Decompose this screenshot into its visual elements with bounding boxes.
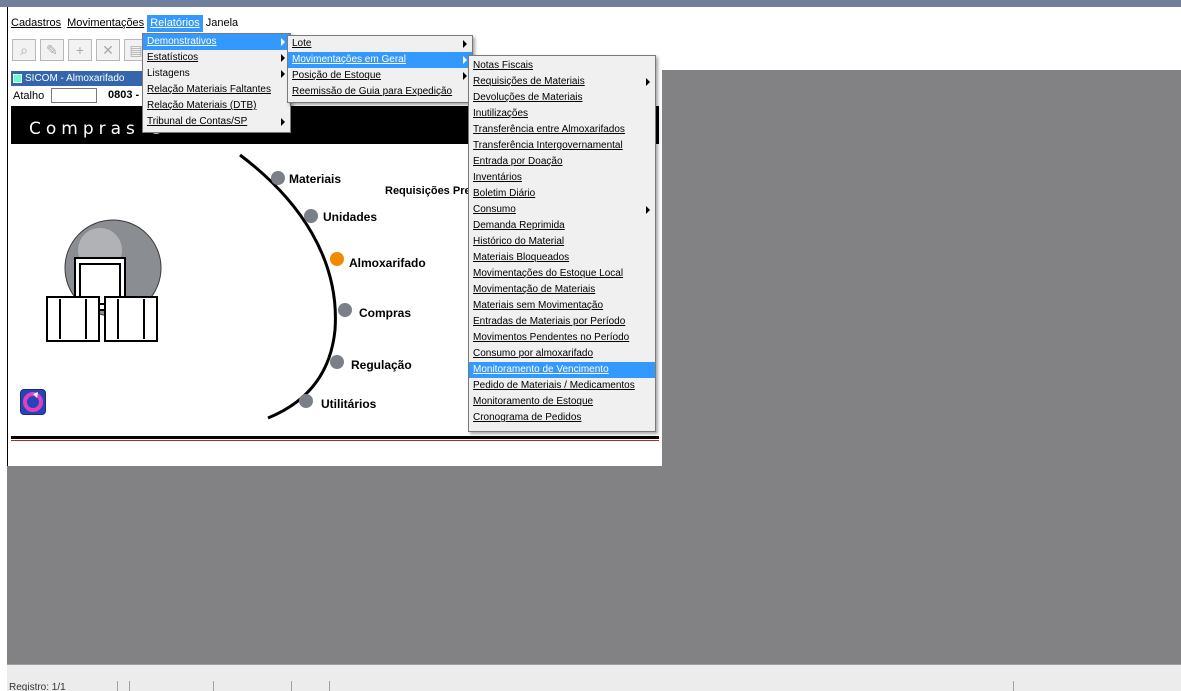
status-separator — [329, 681, 330, 691]
menu-item-estatisticos[interactable]: Estatísticos — [143, 50, 290, 66]
menu-item-movimentos-pendentes[interactable]: Movimentos Pendentes no Período — [469, 330, 655, 346]
menu-item-movimentacoes-estoque-local[interactable]: Movimentações do Estoque Local — [469, 266, 655, 282]
warehouse-icon — [46, 219, 162, 342]
nav-regulacao[interactable]: Regulação — [351, 358, 412, 372]
menu-item-notas-fiscais[interactable]: Notas Fiscais — [469, 58, 655, 74]
menu-item-lote[interactable]: Lote — [288, 36, 472, 52]
chevron-right-icon — [646, 206, 650, 214]
status-separator — [213, 681, 214, 691]
menu-item-monitoramento-vencimento[interactable]: Monitoramento de Vencimento — [469, 362, 655, 378]
nav-arc — [239, 153, 337, 420]
chevron-right-icon — [281, 70, 285, 78]
menu-item-consumo-almoxarifado[interactable]: Consumo por almoxarifado — [469, 346, 655, 362]
menu-item-pedido-materiais[interactable]: Pedido de Materiais / Medicamentos — [469, 378, 655, 394]
regulacao-dot[interactable] — [330, 355, 344, 369]
unidades-dot[interactable] — [304, 209, 318, 223]
menu-item-reemissao-guia[interactable]: Reemissão de Guia para Expedição — [288, 84, 472, 100]
status-separator — [1013, 681, 1014, 691]
chevron-right-icon — [463, 40, 467, 48]
chevron-right-icon — [281, 118, 285, 126]
menu-item-tribunal-contas[interactable]: Tribunal de Contas/SP — [143, 114, 290, 130]
status-separator — [117, 681, 118, 691]
status-separator — [129, 681, 130, 691]
mdi-background — [662, 70, 1181, 664]
menu-item-entrada-doacao[interactable]: Entrada por Doação — [469, 154, 655, 170]
menu-item-movimentacao-materiais[interactable]: Movimentação de Materiais — [469, 282, 655, 298]
menu-item-demonstrativos[interactable]: Demonstrativos — [143, 34, 290, 50]
status-bar: Registro: 1/1 — [7, 664, 1181, 691]
chevron-right-icon — [281, 38, 285, 46]
menu-item-materiais-dtb[interactable]: Relação Materiais (DTB) — [143, 98, 290, 114]
menu-item-cronograma-pedidos[interactable]: Cronograma de Pedidos — [469, 410, 655, 426]
divider-line-red — [11, 440, 659, 441]
menu-item-inventarios[interactable]: Inventários — [469, 170, 655, 186]
divider-line — [11, 436, 659, 439]
menu-item-historico-material[interactable]: Histórico do Material — [469, 234, 655, 250]
mdi-background-lower — [7, 466, 662, 664]
status-separator — [291, 681, 292, 691]
menu-item-consumo[interactable]: Consumo — [469, 202, 655, 218]
menu-item-devolucoes-materiais[interactable]: Devoluções de Materiais — [469, 90, 655, 106]
menu-item-materiais-sem-movimentacao[interactable]: Materiais sem Movimentação — [469, 298, 655, 314]
menu-item-requisicoes-materiais[interactable]: Requisições de Materiais — [469, 74, 655, 90]
requisicoes-label[interactable]: Requisições Pre — [385, 185, 471, 197]
nav-utilitarios[interactable]: Utilitários — [321, 397, 376, 411]
menu-item-transferencia-almoxarifados[interactable]: Transferência entre Almoxarifados — [469, 122, 655, 138]
refresh-button[interactable] — [20, 389, 46, 415]
chevron-right-icon — [463, 56, 467, 64]
menu-item-demanda-reprimida[interactable]: Demanda Reprimida — [469, 218, 655, 234]
relatorios-menu: Demonstrativos Estatísticos Listagens Re… — [142, 33, 291, 133]
record-counter: Registro: 1/1 — [9, 682, 66, 691]
menu-item-movimentacoes-geral[interactable]: Movimentações em Geral — [288, 52, 472, 68]
menu-item-boletim-diario[interactable]: Boletim Diário — [469, 186, 655, 202]
movimentacoes-geral-menu: Notas Fiscais Requisições de Materiais D… — [468, 55, 656, 432]
menu-item-posicao-estoque[interactable]: Posição de Estoque — [288, 68, 472, 84]
menu-item-inutilizacoes[interactable]: Inutilizações — [469, 106, 655, 122]
menu-item-materiais-bloqueados[interactable]: Materiais Bloqueados — [469, 250, 655, 266]
nav-almoxarifado[interactable]: Almoxarifado — [349, 256, 426, 270]
almoxarifado-dot[interactable] — [330, 252, 344, 266]
menu-item-materiais-faltantes[interactable]: Relação Materiais Faltantes — [143, 82, 290, 98]
menu-item-monitoramento-estoque[interactable]: Monitoramento de Estoque — [469, 394, 655, 410]
materiais-dot[interactable] — [271, 171, 285, 185]
chevron-right-icon — [646, 78, 650, 86]
chevron-right-icon — [463, 72, 467, 80]
nav-materiais[interactable]: Materiais — [289, 172, 341, 186]
chevron-right-icon — [281, 54, 285, 62]
demonstrativos-menu: Lote Movimentações em Geral Posição de E… — [287, 35, 473, 103]
refresh-icon — [23, 392, 43, 412]
menu-item-listagens[interactable]: Listagens — [143, 66, 290, 82]
nav-unidades[interactable]: Unidades — [323, 210, 377, 224]
menu-item-entradas-periodo[interactable]: Entradas de Materiais por Período — [469, 314, 655, 330]
compras-dot[interactable] — [338, 303, 352, 317]
utilitarios-dot[interactable] — [299, 394, 313, 408]
nav-compras[interactable]: Compras — [359, 306, 411, 320]
menu-item-transferencia-intergovernamental[interactable]: Transferência Intergovernamental — [469, 138, 655, 154]
